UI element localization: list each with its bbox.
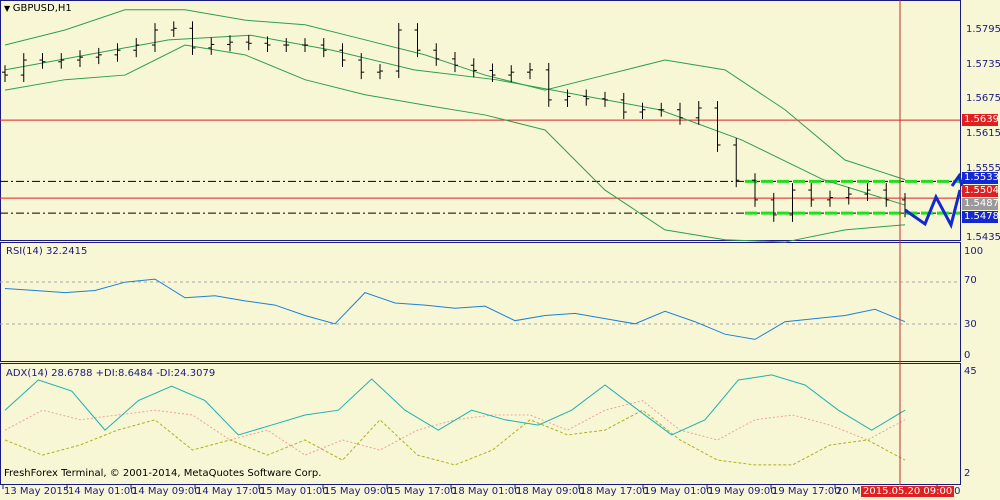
price-tick: 1.5435	[966, 232, 1000, 243]
price-tag-resistance-red: 1.5639	[962, 114, 999, 126]
price-tag-hidden: 1.5487	[962, 198, 999, 210]
adx-panel	[0, 363, 961, 485]
rsi-tick: 0	[964, 350, 971, 361]
time-tick: 15 May 09:00	[324, 486, 393, 497]
time-tick: 13 May 2015	[4, 486, 70, 497]
time-tick: 19 May 17:00	[772, 486, 841, 497]
forecast-zigzag	[904, 189, 962, 230]
price-tick: 1.5735	[966, 58, 1000, 70]
price-tag-current: 1.5504	[962, 185, 999, 197]
time-tick: 14 May 17:00	[196, 486, 265, 497]
chart-canvas[interactable]	[0, 0, 1000, 500]
time-tick: 15 May 17:00	[388, 486, 457, 497]
time-tick: 19 May 09:00	[708, 486, 777, 497]
minus-di-line	[4, 400, 906, 456]
rsi-tick: 70	[964, 275, 977, 286]
copyright: FreshForex Terminal, © 2001-2014, MetaQu…	[4, 468, 322, 479]
price-tag-support: 1.5478	[962, 211, 999, 223]
adx-line	[4, 374, 906, 436]
rsi-label: RSI(14) 32.2415	[6, 246, 88, 257]
adx-tick: 45	[964, 366, 977, 377]
adx-label: ADX(14) 28.6788 +DI:8.6484 -DI:24.3079	[6, 368, 216, 379]
symbol-label: GBPUSD,H1	[12, 3, 72, 14]
price-tick: 1.5675	[966, 93, 1000, 105]
price-tick: 1.5795	[966, 24, 1000, 35]
time-tick: 18 May 17:00	[580, 486, 649, 497]
rsi-line	[4, 278, 906, 340]
rsi-panel	[0, 242, 961, 362]
adx-tick: 2	[964, 468, 971, 479]
price-tag-resistance: 1.5533	[962, 172, 999, 184]
time-tick: 18 May 09:00	[516, 486, 585, 497]
chart-title: ▼ GBPUSD,H1	[4, 3, 72, 14]
time-tick: 14 May 01:00	[68, 486, 137, 497]
plus-di-line	[4, 409, 906, 466]
price-tick: 1.5615	[966, 128, 1000, 139]
rsi-tick: 30	[964, 319, 977, 330]
cursor-time-label: 2015.05.20 09:00	[861, 486, 955, 497]
time-tick: 14 May 09:00	[132, 486, 201, 497]
time-tick: 18 May 01:00	[452, 486, 521, 497]
time-tick: 19 May 01:00	[644, 486, 713, 497]
rsi-tick: 100	[964, 246, 984, 257]
symbol-dropdown-icon[interactable]: ▼	[4, 4, 13, 13]
time-tick: 15 May 01:00	[260, 486, 329, 497]
